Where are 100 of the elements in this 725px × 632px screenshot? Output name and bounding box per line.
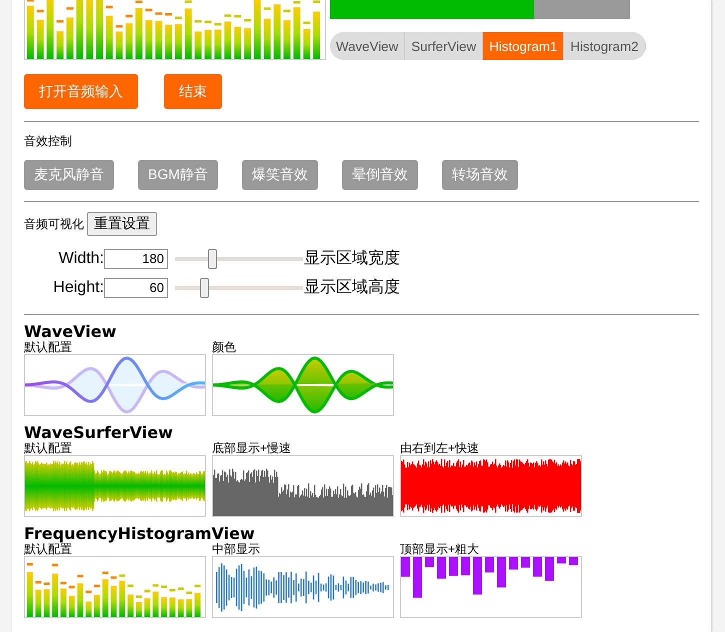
view-caption: 默认配置 <box>24 341 73 354</box>
histogram-bar <box>44 589 50 617</box>
peak-marker <box>77 574 84 578</box>
histogram-bar <box>94 594 100 617</box>
histogram-bar <box>194 32 202 59</box>
histogram-bar <box>170 598 176 617</box>
peak-marker <box>94 584 100 588</box>
view-caption: 底部显示+慢速 <box>212 442 292 455</box>
peak-marker <box>68 586 75 588</box>
histogram-bar <box>86 0 94 59</box>
histogram-bar <box>145 20 152 59</box>
peak-marker <box>224 14 232 17</box>
peak-marker <box>56 20 64 23</box>
histogram-bar <box>52 574 58 617</box>
peak-marker <box>152 584 159 587</box>
peak-marker <box>145 8 152 12</box>
field-label: Height: <box>52 278 104 296</box>
peak-marker <box>86 590 92 594</box>
peak-marker <box>144 590 150 592</box>
peak-marker <box>170 588 176 592</box>
histogram-bar <box>56 31 64 59</box>
histogram-bar <box>128 594 134 617</box>
section-label: 音频可视化 <box>24 216 84 232</box>
slider-thumb[interactable] <box>208 248 218 268</box>
histogram-bar <box>214 30 222 59</box>
peak-marker <box>35 581 42 584</box>
section-label: 音效控制 <box>24 134 72 148</box>
histogram-bar <box>152 592 159 617</box>
histogram-bar <box>186 599 192 617</box>
view-caption: 默认配置 <box>24 543 72 556</box>
peak-marker <box>313 0 320 3</box>
section-heading: FrequencyHistogramView <box>24 525 256 543</box>
peak-marker <box>44 582 50 585</box>
histogram-bar <box>293 7 300 59</box>
number-input[interactable]: 180 <box>104 248 168 268</box>
histogram-bar <box>204 30 212 59</box>
view-tab[interactable]: WaveView <box>330 32 406 60</box>
peak-marker <box>234 15 242 18</box>
peak-marker <box>110 576 117 579</box>
effect-button[interactable]: 晕倒音效 <box>342 160 418 190</box>
histogram-bar <box>194 592 200 617</box>
histogram-bar <box>184 8 192 59</box>
section-heading: WaveSurferView <box>24 424 174 442</box>
histogram-bar <box>254 0 261 59</box>
histogram-bar <box>77 583 84 617</box>
peak-marker <box>106 6 113 8</box>
peak-marker <box>293 1 300 4</box>
reset-button[interactable]: 重置设置 <box>87 212 157 236</box>
effect-button[interactable]: 爆笑音效 <box>242 160 318 190</box>
action-button[interactable]: 打开音频输入 <box>24 74 138 109</box>
histogram-bar <box>60 588 66 617</box>
peak-marker <box>155 12 162 15</box>
peak-marker <box>136 596 142 598</box>
slider-thumb[interactable] <box>200 278 210 298</box>
histogram-bar <box>136 8 142 59</box>
number-input[interactable]: 60 <box>104 278 168 298</box>
histogram-bar <box>119 580 126 617</box>
view-caption: 中部显示 <box>212 543 261 556</box>
view-caption: 颜色 <box>212 341 237 354</box>
peak-marker <box>52 564 58 566</box>
setting-description: 显示区域高度 <box>304 278 401 298</box>
section-heading: WaveView <box>24 323 118 341</box>
histogram-bar <box>27 6 34 59</box>
setting-description: 显示区域宽度 <box>304 248 401 269</box>
histogram-bar <box>110 586 117 617</box>
peak-marker <box>264 7 271 10</box>
histogram-bar <box>35 590 42 617</box>
peak-marker <box>126 14 133 18</box>
peak-marker <box>244 19 251 22</box>
peak-marker <box>119 574 126 577</box>
histogram-bar <box>234 26 242 59</box>
histogram-bar <box>106 16 113 59</box>
peak-marker <box>161 586 167 588</box>
histogram-bar <box>224 22 232 59</box>
histogram-bar <box>165 24 172 59</box>
histogram-bar <box>76 0 84 59</box>
histogram-bar <box>66 18 74 59</box>
effect-button[interactable]: BGM静音 <box>138 160 218 190</box>
histogram-bar <box>155 20 162 59</box>
peak-marker <box>178 588 184 590</box>
histogram-bar <box>86 602 92 617</box>
peak-marker <box>136 0 142 4</box>
peak-marker <box>186 592 192 594</box>
action-button[interactable]: 结束 <box>164 74 222 109</box>
peak-marker <box>175 16 182 20</box>
peak-marker <box>165 13 172 16</box>
histogram-bar <box>303 28 310 59</box>
histogram-bar <box>136 602 142 617</box>
peak-marker <box>102 572 108 574</box>
peak-marker <box>128 584 134 588</box>
histogram-bar <box>144 598 150 617</box>
view-caption: 顶部显示+粗大 <box>400 543 480 556</box>
histogram-bar <box>46 0 54 59</box>
effect-button[interactable]: 麦克风静音 <box>24 160 114 190</box>
view-tab[interactable]: Histogram1 <box>483 32 564 60</box>
effect-button[interactable]: 转场音效 <box>442 160 518 190</box>
histogram-bar <box>102 579 108 617</box>
peak-marker <box>60 582 66 584</box>
peak-marker <box>66 7 74 10</box>
histogram-bar <box>27 572 33 617</box>
